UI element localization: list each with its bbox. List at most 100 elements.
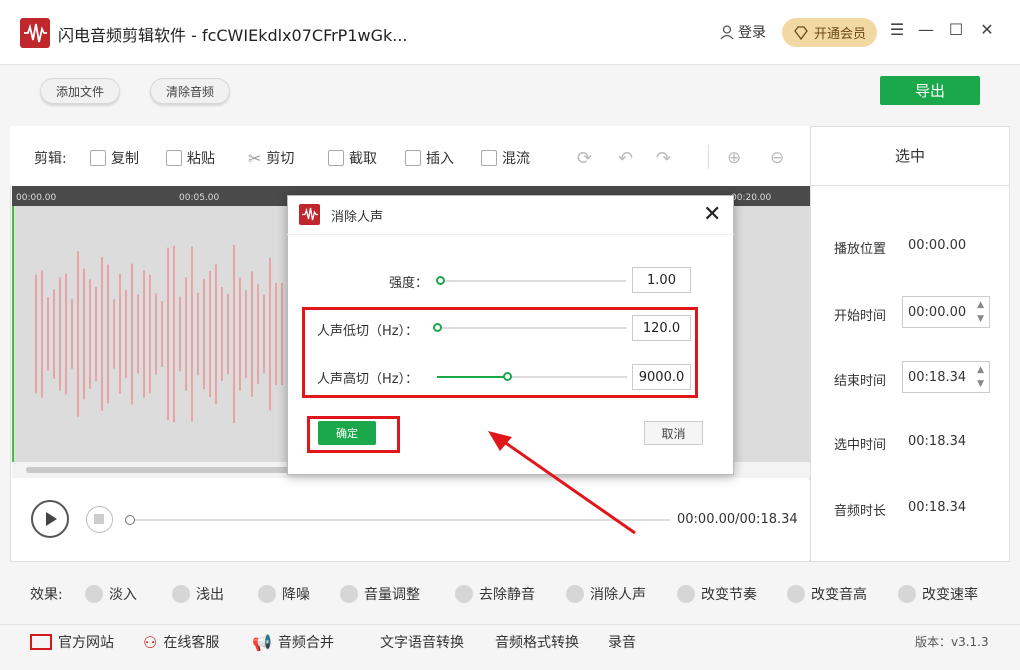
end-time-spinner[interactable]: 00:18.34 ▲ ▼ — [902, 361, 990, 393]
mix-button[interactable]: 混流 — [481, 148, 530, 168]
mix-label: 混流 — [502, 151, 530, 167]
add-file-button[interactable]: 添加文件 — [40, 78, 120, 104]
toolbar-divider — [708, 145, 709, 169]
format-convert-link[interactable]: 音频格式转换 — [495, 632, 579, 652]
cancel-button[interactable]: 取消 — [644, 421, 703, 445]
playhead[interactable] — [12, 206, 14, 462]
spin-down-icon[interactable]: ▼ — [977, 379, 984, 389]
edit-label: 剪辑: — [34, 151, 67, 167]
end-time-value: 00:18.34 — [908, 370, 967, 385]
spin-up-icon[interactable]: ▲ — [977, 365, 984, 375]
paste-button[interactable]: 粘贴 — [166, 148, 215, 168]
insert-label: 插入 — [426, 151, 454, 167]
denoise-icon — [258, 585, 276, 603]
speed-button[interactable]: 改变速率 — [898, 584, 978, 604]
dialog-close-icon[interactable]: ✕ — [703, 202, 721, 227]
low-cut-track[interactable] — [437, 327, 627, 329]
play-button[interactable] — [31, 500, 69, 538]
strength-track[interactable] — [436, 280, 626, 282]
fade-out-label: 浅出 — [196, 587, 224, 603]
trim-button[interactable]: 截取 — [328, 148, 377, 168]
start-time-label: 开始时间 — [834, 309, 887, 324]
website-link[interactable]: 官方网站 — [30, 632, 114, 652]
confirm-button[interactable]: 确定 — [318, 421, 376, 445]
fade-out-icon — [172, 585, 190, 603]
low-cut-slider-knob[interactable] — [433, 323, 442, 332]
vip-button[interactable]: 开通会员 — [782, 18, 877, 47]
remove-vocals-label: 消除人声 — [590, 587, 646, 603]
zoom-out-icon[interactable]: ⊖ — [770, 148, 784, 168]
volume-icon — [340, 585, 358, 603]
selected-time-label: 选中时间 — [834, 438, 887, 453]
support-link[interactable]: ⚇ 在线客服 — [143, 632, 219, 652]
high-cut-input[interactable]: 9000.0 — [632, 364, 691, 390]
record-link[interactable]: 录音 — [608, 632, 636, 652]
crop-icon — [328, 150, 344, 166]
annotation-arrow — [488, 431, 636, 535]
volume-button[interactable]: 音量调整 — [340, 584, 420, 604]
remove-silence-label: 去除静音 — [479, 587, 535, 603]
user-icon — [720, 24, 734, 39]
high-cut-slider-knob[interactable] — [503, 372, 512, 381]
tempo-button[interactable]: 改变节奏 — [677, 584, 757, 604]
fade-in-icon — [85, 585, 103, 603]
play-position-value: 00:00.00 — [908, 238, 967, 253]
strength-label: 强度： — [389, 276, 429, 291]
strength-input[interactable]: 1.00 — [632, 267, 691, 293]
copy-icon — [90, 150, 106, 166]
panel-header: 选中 — [810, 126, 1010, 186]
start-time-spinner[interactable]: 00:00.00 ▲ ▼ — [902, 296, 990, 328]
strength-slider-knob[interactable] — [436, 276, 445, 285]
insert-button[interactable]: 插入 — [405, 148, 454, 168]
stop-button[interactable] — [86, 506, 113, 533]
version-label: 版本：v3.1.3 — [915, 635, 989, 649]
cut-button[interactable]: ✂ 剪切 — [248, 148, 294, 168]
clear-audio-button[interactable]: 清除音频 — [150, 78, 230, 104]
export-button[interactable]: 导出 — [880, 76, 980, 105]
redo-icon[interactable]: ↷ — [656, 148, 671, 169]
speed-icon — [898, 585, 916, 603]
pitch-icon — [787, 585, 805, 603]
spin-up-icon[interactable]: ▲ — [977, 300, 984, 310]
user-icon: ⚇ — [143, 632, 158, 652]
maximize-icon[interactable]: ☐ — [945, 20, 967, 39]
stop-icon — [94, 514, 104, 524]
high-cut-fill — [437, 376, 507, 378]
menu-icon[interactable]: ☰ — [886, 20, 908, 39]
window-title: 闪电音频剪辑软件 - fcCWIEkdlx07CFrP1wGk... — [58, 26, 408, 45]
seek-knob[interactable] — [125, 515, 135, 525]
play-position-label: 播放位置 — [834, 242, 887, 257]
trim-label: 截取 — [349, 151, 377, 167]
support-label: 在线客服 — [163, 635, 220, 651]
play-icon — [46, 512, 57, 526]
remove-silence-button[interactable]: 去除静音 — [455, 584, 535, 604]
selection-panel — [810, 126, 1010, 562]
start-time-value: 00:00.00 — [908, 305, 967, 320]
remove-vocals-button[interactable]: 消除人声 — [566, 584, 646, 604]
rotate-icon[interactable]: ⟳ — [577, 148, 592, 169]
fade-in-label: 淡入 — [109, 587, 137, 603]
fade-out-button[interactable]: 浅出 — [172, 584, 224, 604]
scroll-thumb[interactable] — [26, 467, 296, 473]
app-logo-icon — [299, 204, 320, 225]
speed-label: 改变速率 — [922, 587, 978, 603]
fade-in-button[interactable]: 淡入 — [85, 584, 137, 604]
login-button[interactable]: 登录 — [720, 22, 766, 42]
pitch-button[interactable]: 改变音高 — [787, 584, 867, 604]
login-label: 登录 — [738, 25, 766, 41]
low-cut-input[interactable]: 120.0 — [632, 315, 691, 341]
tts-link[interactable]: 文字语音转换 — [380, 632, 464, 652]
spin-down-icon[interactable]: ▼ — [977, 314, 984, 324]
end-time-label: 结束时间 — [834, 374, 887, 389]
merge-link[interactable]: 📢 音频合并 — [252, 632, 334, 652]
denoise-button[interactable]: 降噪 — [258, 584, 310, 604]
mute-icon — [455, 585, 473, 603]
mix-icon — [481, 150, 497, 166]
close-icon[interactable]: ✕ — [976, 20, 998, 39]
ruler-tick: 00:20.00 — [731, 193, 772, 203]
copy-label: 复制 — [111, 151, 139, 167]
minimize-icon[interactable]: — — [915, 20, 937, 39]
copy-button[interactable]: 复制 — [90, 148, 139, 168]
undo-icon[interactable]: ↶ — [618, 148, 633, 169]
zoom-in-icon[interactable]: ⊕ — [727, 148, 741, 168]
